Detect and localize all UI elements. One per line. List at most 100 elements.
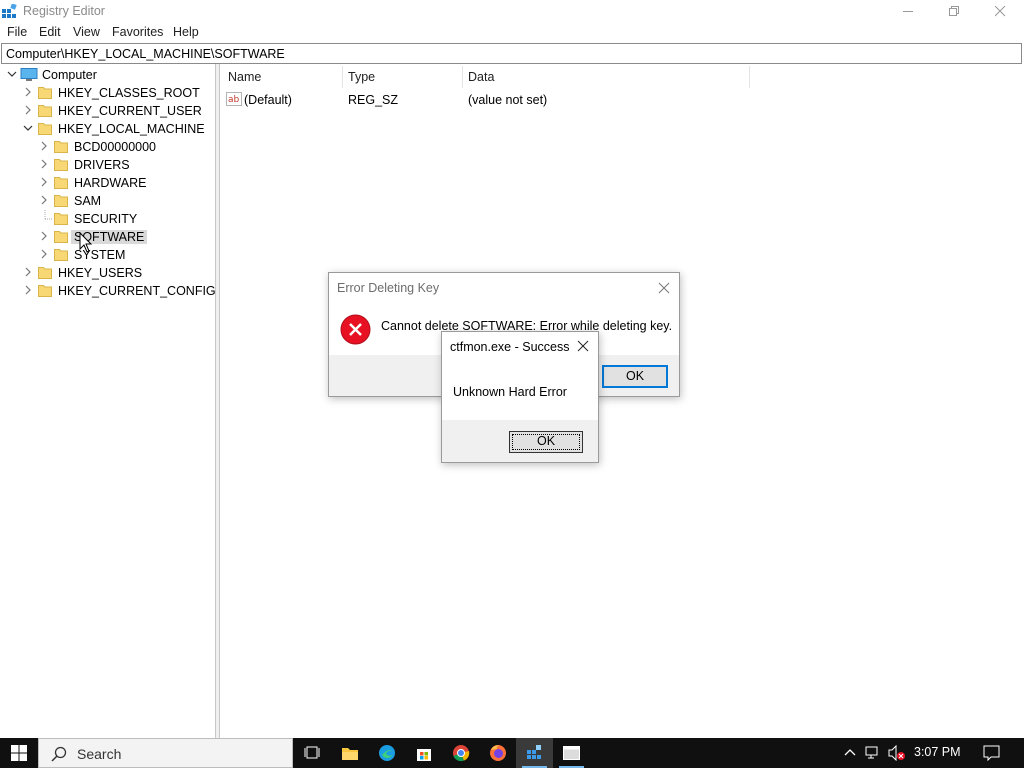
restore-icon	[949, 6, 959, 16]
chevron-right-icon[interactable]	[39, 231, 49, 241]
column-divider[interactable]	[749, 66, 750, 88]
window-title: Registry Editor	[23, 4, 105, 18]
address-bar[interactable]: Computer\HKEY_LOCAL_MACHINE\SOFTWARE	[1, 43, 1022, 64]
firefox-icon	[490, 745, 506, 761]
tree-item-hkey-local-machine[interactable]: HKEY_LOCAL_MACHINE	[0, 120, 216, 138]
menu-favorites[interactable]: Favorites	[112, 25, 163, 39]
value-data: (value not set)	[468, 93, 548, 107]
ok-button[interactable]: OK	[509, 431, 583, 453]
focus-ring	[512, 434, 580, 450]
column-divider[interactable]	[342, 66, 343, 88]
file-explorer-button[interactable]	[331, 738, 368, 768]
tree-label: HKEY_USERS	[58, 266, 143, 280]
store-button[interactable]	[405, 738, 442, 768]
search-placeholder: Search	[77, 746, 122, 762]
taskbar-clock[interactable]: 3:07 PM	[914, 745, 961, 759]
close-button[interactable]	[978, 0, 1024, 23]
value-name: (Default)	[244, 93, 292, 107]
tree-item-bcd00000000[interactable]: BCD00000000	[0, 138, 216, 156]
menu-view[interactable]: View	[73, 25, 100, 39]
tree-item-hkey-users[interactable]: HKEY_USERS	[0, 264, 216, 282]
chevron-right-icon[interactable]	[39, 141, 49, 151]
search-icon	[51, 746, 67, 762]
tree-label: Computer	[42, 68, 97, 82]
menu-edit[interactable]: Edit	[39, 25, 61, 39]
chevron-right-icon[interactable]	[23, 105, 33, 115]
folder-icon	[54, 249, 68, 261]
tree-connector	[44, 210, 53, 220]
column-header-type[interactable]: Type	[348, 70, 375, 84]
system-tray	[840, 738, 910, 768]
registry-editor-taskbar-button[interactable]	[516, 738, 553, 768]
action-center-button[interactable]	[976, 738, 1006, 768]
folder-icon	[38, 285, 52, 297]
column-header-data[interactable]: Data	[468, 70, 494, 84]
restore-button[interactable]	[932, 0, 978, 23]
address-path: Computer\HKEY_LOCAL_MACHINE\SOFTWARE	[6, 47, 285, 61]
tree-item-hkey-classes-root[interactable]: HKEY_CLASSES_ROOT	[0, 84, 216, 102]
tree-item-hardware[interactable]: HARDWARE	[0, 174, 216, 192]
chevron-right-icon[interactable]	[23, 285, 33, 295]
tree-item-sam[interactable]: SAM	[0, 192, 216, 210]
window-icon	[563, 746, 580, 760]
edge-icon	[379, 745, 395, 761]
chevron-right-icon[interactable]	[23, 267, 33, 277]
tree-item-drivers[interactable]: DRIVERS	[0, 156, 216, 174]
folder-icon	[38, 105, 52, 117]
task-view-button[interactable]	[293, 738, 330, 768]
tree-item-software[interactable]: SOFTWARE	[0, 228, 216, 246]
menu-help[interactable]: Help	[173, 25, 199, 39]
hard-error-dialog: ctfmon.exe - Success Unknown Hard Error …	[441, 331, 599, 463]
tree-item-hkey-current-user[interactable]: HKEY_CURRENT_USER	[0, 102, 216, 120]
tree-label: HKEY_LOCAL_MACHINE	[58, 122, 205, 136]
folder-icon	[54, 213, 68, 225]
tree-item-hkey-current-config[interactable]: HKEY_CURRENT_CONFIG	[0, 282, 216, 300]
volume-muted-icon[interactable]	[888, 745, 906, 761]
ok-label: OK	[625, 369, 645, 383]
close-icon[interactable]	[655, 279, 673, 297]
taskbar: Search 3:07 PM	[0, 738, 1024, 768]
tree-item-system[interactable]: SYSTEM	[0, 246, 216, 264]
tree-label: HKEY_CLASSES_ROOT	[58, 86, 200, 100]
edge-button[interactable]	[368, 738, 405, 768]
close-icon[interactable]	[574, 337, 592, 355]
value-type: REG_SZ	[348, 93, 399, 107]
network-icon[interactable]	[865, 746, 881, 760]
firefox-button[interactable]	[479, 738, 516, 768]
values-list: Name Type Data ab (Default) REG_SZ (valu…	[221, 64, 1024, 738]
chevron-right-icon[interactable]	[39, 249, 49, 259]
ok-button[interactable]: OK	[602, 365, 668, 388]
folder-icon	[54, 141, 68, 153]
chrome-icon	[453, 745, 470, 762]
menu-file[interactable]: File	[7, 25, 27, 39]
pane-splitter[interactable]	[216, 64, 220, 738]
close-icon	[995, 6, 1006, 17]
chevron-right-icon[interactable]	[23, 87, 33, 97]
minimize-button[interactable]	[886, 0, 932, 23]
folder-icon	[54, 159, 68, 171]
chevron-down-icon[interactable]	[23, 123, 33, 133]
windows-logo-icon	[11, 745, 27, 761]
folder-icon	[54, 195, 68, 207]
registry-editor-icon	[527, 745, 541, 759]
chevron-right-icon[interactable]	[39, 159, 49, 169]
tree-label: DRIVERS	[74, 158, 130, 172]
tree-item-computer[interactable]: Computer	[0, 66, 216, 84]
chevron-down-icon[interactable]	[7, 69, 17, 79]
column-header-name[interactable]: Name	[228, 70, 261, 84]
dialog-title: Error Deleting Key	[337, 281, 440, 295]
folder-icon	[38, 87, 52, 99]
dialog-window-taskbar-button[interactable]	[553, 738, 590, 768]
title-bar: Registry Editor	[0, 0, 1024, 23]
tree-item-security[interactable]: SECURITY	[0, 210, 216, 228]
column-divider[interactable]	[462, 66, 463, 88]
chevron-up-icon[interactable]	[844, 748, 856, 756]
start-button[interactable]	[0, 738, 38, 768]
taskbar-search-box[interactable]: Search	[38, 738, 293, 768]
chrome-button[interactable]	[442, 738, 479, 768]
chevron-right-icon[interactable]	[39, 195, 49, 205]
tree-label: BCD00000000	[74, 140, 157, 154]
computer-icon	[20, 68, 38, 81]
chevron-right-icon[interactable]	[39, 177, 49, 187]
dialog-message: Unknown Hard Error	[453, 385, 567, 399]
